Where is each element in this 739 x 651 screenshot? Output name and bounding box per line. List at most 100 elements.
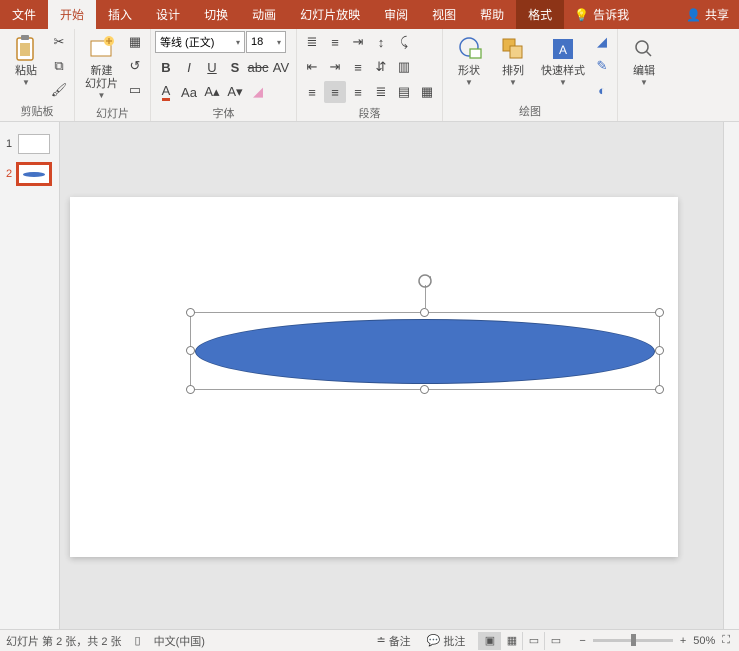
resize-handle-sw[interactable] [186, 385, 195, 394]
italic-button[interactable]: I [178, 56, 200, 78]
slideshow-view-button[interactable]: ▭ [544, 632, 566, 650]
tab-home[interactable]: 开始 [48, 0, 96, 29]
normal-view-button[interactable]: ▣ [478, 632, 500, 650]
bold-button[interactable]: B [155, 56, 177, 78]
shapes-button[interactable]: 形状▼ [447, 31, 491, 90]
increase-indent-button[interactable]: ⇥ [324, 56, 346, 78]
vertical-scrollbar[interactable] [723, 122, 739, 629]
styles-icon: A [547, 33, 579, 65]
shape-outline-button[interactable]: ✎ [591, 55, 613, 77]
zoom-out-button[interactable]: − [576, 635, 588, 647]
sorter-view-button[interactable]: ▦ [500, 632, 522, 650]
resize-handle-ne[interactable] [655, 308, 664, 317]
shadow-button[interactable]: S [224, 56, 246, 78]
shrink-font-button[interactable]: A▾ [224, 81, 246, 103]
notes-icon: ≐ [376, 634, 385, 647]
layout-button[interactable]: ▦ [124, 31, 146, 53]
group-label-font: 字体 [155, 103, 292, 123]
quick-styles-button[interactable]: A 快速样式▼ [535, 31, 591, 90]
editing-button[interactable]: 编辑▼ [622, 31, 666, 90]
zoom-in-button[interactable]: + [677, 635, 689, 647]
thumbnail-2[interactable]: 2 [0, 162, 59, 192]
zoom-slider-knob[interactable] [631, 634, 636, 646]
ribbon: 粘贴 ▼ ✂ ⧉ 🖌 剪贴板 新建 幻灯片 ▼ ▦ ↺ ▭ [0, 29, 739, 122]
resize-handle-e[interactable] [655, 346, 664, 355]
slide-count-status: 幻灯片 第 2 张，共 2 张 [6, 633, 122, 649]
tell-me-button[interactable]: 💡 告诉我 [564, 0, 639, 29]
copy-button[interactable]: ⧉ [48, 55, 70, 77]
align-left-button[interactable]: ≡ [301, 81, 323, 103]
strike-button[interactable]: abc [247, 56, 269, 78]
section-button[interactable]: ▭ [124, 79, 146, 101]
group-clipboard: 粘贴 ▼ ✂ ⧉ 🖌 剪贴板 [0, 29, 75, 121]
font-color-button[interactable]: A [155, 81, 177, 103]
resize-handle-se[interactable] [655, 385, 664, 394]
resize-handle-s[interactable] [420, 385, 429, 394]
resize-handle-nw[interactable] [186, 308, 195, 317]
shape-effects-button[interactable]: ◐ [591, 79, 613, 101]
selection-box[interactable] [190, 312, 660, 390]
justify-icon: ≣ [376, 84, 387, 100]
chevron-down-icon: ▼ [98, 91, 106, 101]
thumbnail-1[interactable]: 1 [0, 132, 59, 162]
resize-handle-n[interactable] [420, 308, 429, 317]
resize-handle-w[interactable] [186, 346, 195, 355]
thumb-number: 1 [6, 138, 14, 150]
share-button[interactable]: 👤 共享 [676, 0, 739, 29]
clear-format-button[interactable]: ◢ [247, 81, 269, 103]
tab-review[interactable]: 审阅 [372, 0, 420, 29]
new-slide-button[interactable]: 新建 幻灯片 ▼ [79, 31, 124, 103]
reset-button[interactable]: ↺ [124, 55, 146, 77]
tab-file[interactable]: 文件 [0, 0, 48, 29]
zoom-control: − + 50% ⛶ [576, 634, 733, 647]
zoom-slider[interactable] [593, 639, 673, 642]
para-spacing-button[interactable]: ≡ [347, 56, 369, 78]
columns-button[interactable]: ▥ [393, 56, 415, 78]
align-right-button[interactable]: ≡ [347, 81, 369, 103]
language-status[interactable]: 中文(中国) [154, 633, 205, 649]
zoom-value[interactable]: 50% [693, 635, 715, 647]
bullets-button[interactable]: ≣ [301, 31, 323, 53]
svg-text:A: A [559, 43, 567, 57]
spellcheck-status[interactable]: ▯ [132, 634, 144, 647]
tab-format[interactable]: 格式 [516, 0, 564, 29]
comments-button[interactable]: 💬批注 [424, 633, 469, 649]
font-size-select[interactable]: 18▾ [246, 31, 286, 53]
tab-help[interactable]: 帮助 [468, 0, 516, 29]
tab-view[interactable]: 视图 [420, 0, 468, 29]
decrease-indent-button[interactable]: ⇤ [301, 56, 323, 78]
slide-canvas[interactable] [60, 122, 723, 629]
tab-insert[interactable]: 插入 [96, 0, 144, 29]
chevron-down-icon: ▾ [277, 38, 281, 47]
arrange-button[interactable]: 排列▼ [491, 31, 535, 90]
line-spacing-button[interactable]: ↕ [370, 31, 392, 53]
cut-button[interactable]: ✂ [48, 31, 70, 53]
rotation-handle[interactable] [417, 273, 433, 289]
paste-button[interactable]: 粘贴 ▼ [4, 31, 48, 90]
slide[interactable] [70, 197, 678, 557]
char-spacing-button[interactable]: AV [270, 56, 292, 78]
underline-button[interactable]: U [201, 56, 223, 78]
fit-to-window-button[interactable]: ⛶ [719, 634, 733, 647]
font-family-select[interactable]: 等线 (正文)▾ [155, 31, 245, 53]
tab-animations[interactable]: 动画 [240, 0, 288, 29]
smartart-button[interactable]: ▦ [416, 81, 438, 103]
grow-font-button[interactable]: A▴ [201, 81, 223, 103]
list-level-button[interactable]: ⇥ [347, 31, 369, 53]
reading-view-button[interactable]: ▭ [522, 632, 544, 650]
change-case-button[interactable]: Aa [178, 81, 200, 103]
justify-button[interactable]: ≣ [370, 81, 392, 103]
tab-slideshow[interactable]: 幻灯片放映 [288, 0, 372, 29]
numbering-button[interactable]: ≡ [324, 31, 346, 53]
tab-design[interactable]: 设计 [144, 0, 192, 29]
shape-fill-button[interactable]: ◢ [591, 31, 613, 53]
format-painter-button[interactable]: 🖌 [48, 79, 70, 101]
align-text-button[interactable]: ⇵ [370, 56, 392, 78]
lightbulb-icon: 💡 [574, 8, 589, 22]
notes-button[interactable]: ≐备注 [373, 633, 413, 649]
tab-transitions[interactable]: 切换 [192, 0, 240, 29]
distribute-button[interactable]: ▤ [393, 81, 415, 103]
text-direction-button[interactable]: ⤹ [393, 31, 415, 53]
align-center-button[interactable]: ≡ [324, 81, 346, 103]
shadow-icon: S [231, 60, 240, 75]
